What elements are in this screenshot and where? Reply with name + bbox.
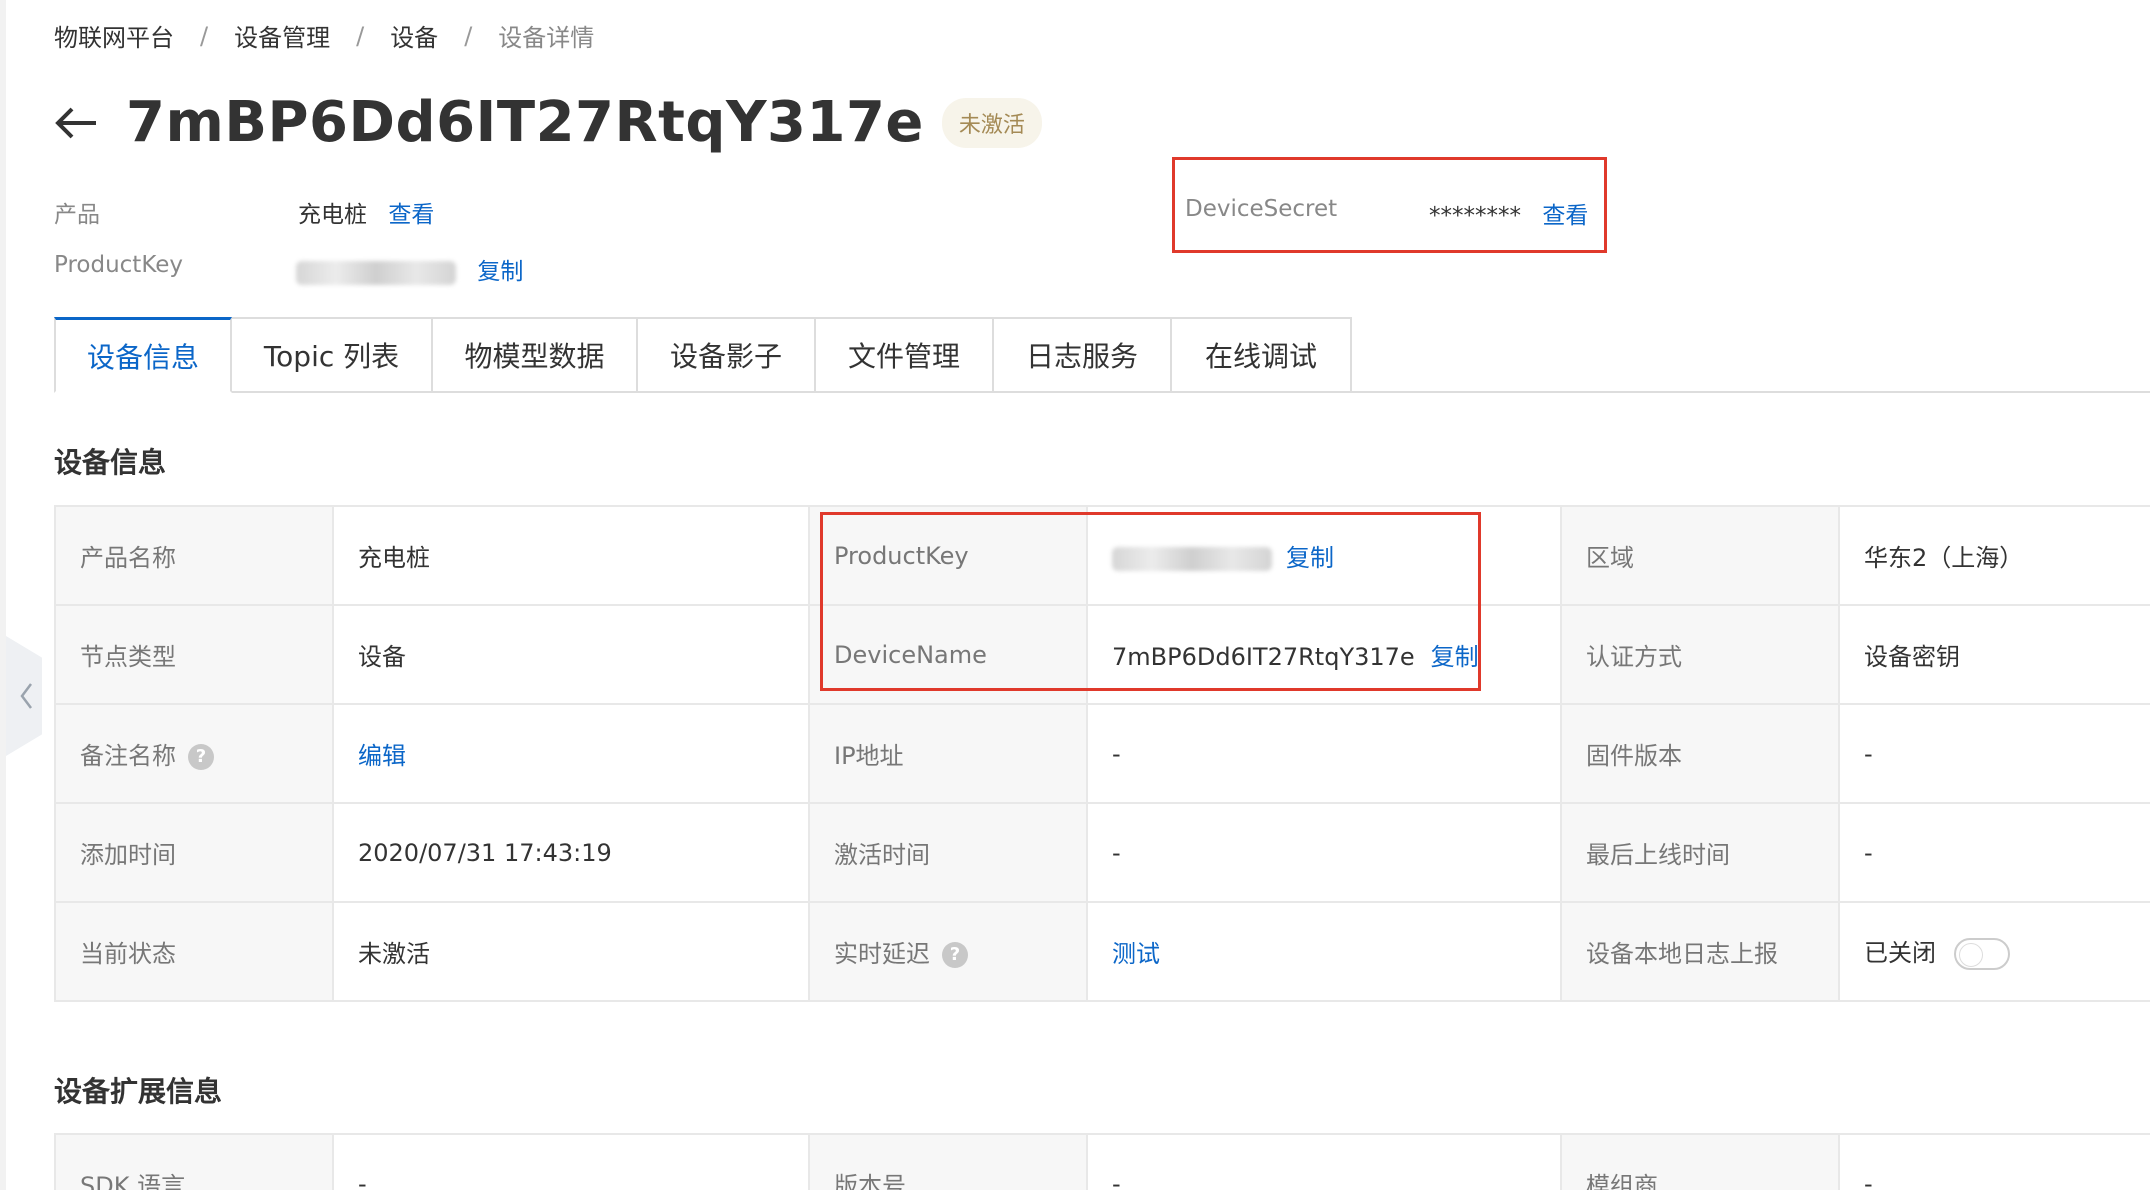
back-arrow-icon[interactable]: [54, 100, 100, 146]
breadcrumb-device-detail: 设备详情: [498, 24, 595, 52]
productkey-value-group: 复制: [296, 252, 523, 286]
product-view-link[interactable]: 查看: [388, 202, 434, 228]
module-vendor-label: 模组商: [1560, 1133, 1840, 1190]
breadcrumb: 物联网平台 / 设备管理 / 设备 / 设备详情: [54, 18, 594, 53]
sdk-language-value: -: [332, 1133, 810, 1190]
tab-file-management[interactable]: 文件管理: [816, 317, 994, 393]
productkey-label: ProductKey: [54, 252, 184, 278]
latency-test-link[interactable]: 测试: [1112, 940, 1160, 968]
devicesecret-view-link[interactable]: 查看: [1542, 203, 1588, 229]
region-value: 华东2（上海）: [1838, 505, 2150, 606]
realtime-latency-cell: 测试: [1086, 901, 1562, 1002]
version-label: 版本号: [808, 1133, 1088, 1190]
tab-device-shadow[interactable]: 设备影子: [638, 317, 816, 393]
version-value: -: [1086, 1133, 1562, 1190]
chevron-left-icon: [20, 683, 32, 709]
region-label: 区域: [1560, 505, 1840, 606]
product-label: 产品: [54, 202, 100, 228]
alias-name-cell: 编辑: [332, 703, 810, 804]
breadcrumb-device[interactable]: 设备: [390, 18, 438, 53]
device-info-section-title: 设备信息: [54, 446, 167, 479]
added-time-label: 添加时间: [54, 802, 334, 903]
devicesecret-meta: DeviceSecret: [1185, 196, 1337, 222]
node-type-value: 设备: [332, 604, 810, 705]
tab-bar: 设备信息 Topic 列表 物模型数据 设备影子 文件管理 日志服务 在线调试: [54, 317, 1352, 393]
table-row: 当前状态 未激活 实时延迟? 测试 设备本地日志上报 已关闭: [54, 901, 2150, 1002]
extended-info-table: SDK 语言 - 版本号 - 模组商 -: [54, 1133, 2150, 1190]
devicesecret-value: ********: [1429, 203, 1521, 229]
product-name-value: 充电桩: [332, 505, 810, 606]
firmware-version-label: 固件版本: [1560, 703, 1840, 804]
breadcrumb-iot-platform[interactable]: 物联网平台: [54, 18, 174, 53]
realtime-latency-label: 实时延迟: [834, 940, 930, 968]
ip-address-label: IP地址: [808, 703, 1088, 804]
node-type-label: 节点类型: [54, 604, 334, 705]
local-log-report-cell: 已关闭: [1838, 901, 2150, 1002]
devicesecret-value-group: ******** 查看: [1429, 196, 1588, 230]
breadcrumb-device-management[interactable]: 设备管理: [234, 18, 330, 53]
added-time-value: 2020/07/31 17:43:19: [332, 802, 810, 903]
tab-thing-model-data[interactable]: 物模型数据: [433, 317, 638, 393]
ip-address-value: -: [1086, 703, 1562, 804]
breadcrumb-separator: /: [464, 21, 473, 50]
status-badge: 未激活: [941, 97, 1042, 148]
local-log-report-toggle[interactable]: [1954, 938, 2010, 970]
auth-method-value: 设备密钥: [1838, 604, 2150, 705]
product-value-group: 充电桩 查看: [298, 195, 434, 229]
page-title: 7mBP6Dd6IT27RtqY317e: [126, 90, 924, 155]
current-status-value: 未激活: [332, 901, 810, 1002]
productkey-meta: ProductKey: [54, 252, 183, 278]
productkey-copy-link[interactable]: 复制: [477, 259, 523, 285]
firmware-version-value: -: [1838, 703, 2150, 804]
local-log-report-label: 设备本地日志上报: [1560, 901, 1840, 1002]
tab-online-debug[interactable]: 在线调试: [1172, 317, 1352, 393]
sdk-language-label: SDK 语言: [54, 1133, 334, 1190]
devicesecret-label: DeviceSecret: [1185, 196, 1338, 222]
tab-topic-list[interactable]: Topic 列表: [232, 317, 433, 393]
module-vendor-value: -: [1838, 1133, 2150, 1190]
current-status-label: 当前状态: [54, 901, 334, 1002]
extended-info-section-title: 设备扩展信息: [54, 1075, 223, 1108]
alias-name-label-cell: 备注名称?: [54, 703, 334, 804]
product-name-label: 产品名称: [54, 505, 334, 606]
last-online-time-label: 最后上线时间: [1560, 802, 1840, 903]
help-icon[interactable]: ?: [188, 744, 214, 770]
title-row: 7mBP6Dd6IT27RtqY317e 未激活: [54, 90, 1042, 155]
breadcrumb-separator: /: [200, 21, 209, 50]
realtime-latency-label-cell: 实时延迟?: [808, 901, 1088, 1002]
table-row: SDK 语言 - 版本号 - 模组商 -: [54, 1133, 2150, 1190]
alias-edit-link[interactable]: 编辑: [358, 742, 406, 770]
tab-device-info[interactable]: 设备信息: [54, 317, 232, 393]
table-row: 添加时间 2020/07/31 17:43:19 激活时间 - 最后上线时间 -: [54, 802, 2150, 903]
activation-time-value: -: [1086, 802, 1562, 903]
last-online-time-value: -: [1838, 802, 2150, 903]
product-value: 充电桩: [298, 202, 367, 228]
tab-bar-divider: [1352, 391, 2150, 393]
productkey-masked-value: [296, 260, 456, 285]
collapse-sidebar-handle[interactable]: [6, 636, 42, 756]
alias-name-label: 备注名称: [80, 742, 176, 770]
local-log-report-value: 已关闭: [1864, 939, 1936, 967]
help-icon[interactable]: ?: [942, 942, 968, 968]
product-meta: 产品: [54, 195, 100, 229]
auth-method-label: 认证方式: [1560, 604, 1840, 705]
breadcrumb-separator: /: [356, 21, 365, 50]
left-rail: [0, 0, 6, 1190]
productkey-devicename-highlight-box: [820, 512, 1481, 691]
tab-log-service[interactable]: 日志服务: [994, 317, 1172, 393]
activation-time-label: 激活时间: [808, 802, 1088, 903]
table-row: 备注名称? 编辑 IP地址 - 固件版本 -: [54, 703, 2150, 804]
